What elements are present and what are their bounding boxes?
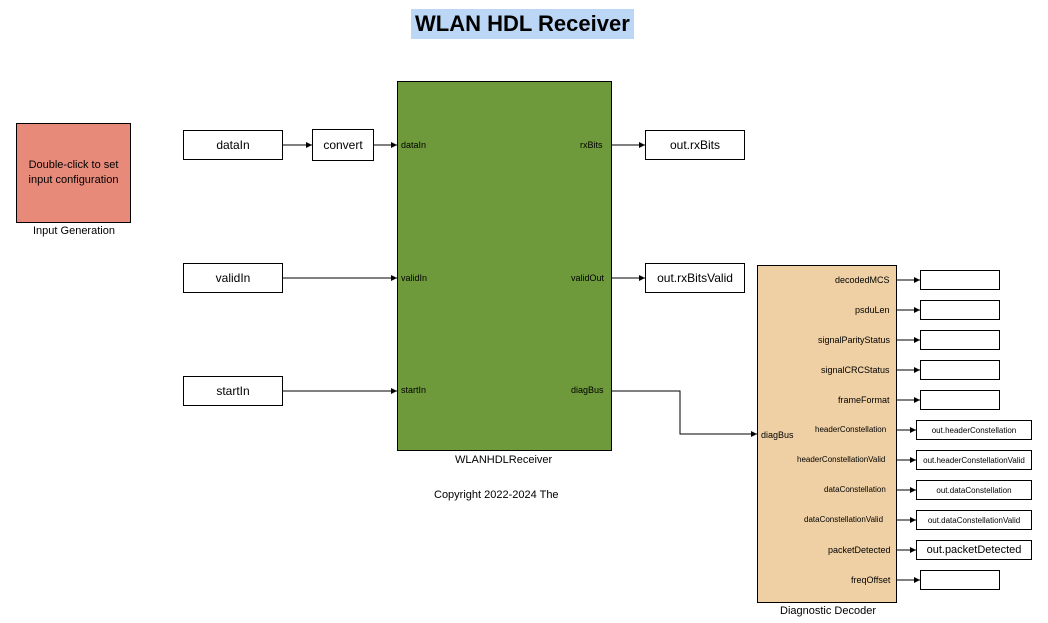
diag-port-packetDetected: packetDetected bbox=[828, 545, 891, 555]
diag-port-in-diagBus: diagBus bbox=[761, 430, 794, 440]
diag-port-signalParityStatus: signalParityStatus bbox=[818, 335, 890, 345]
goto-rxBits[interactable]: out.rxBits bbox=[645, 130, 745, 160]
from-dataIn[interactable]: dataIn bbox=[183, 130, 283, 160]
diag-port-decodedMCS: decodedMCS bbox=[835, 275, 890, 285]
diag-port-signalCRCStatus: signalCRCStatus bbox=[821, 365, 890, 375]
diag-port-dataConstellationValid: dataConstellationValid bbox=[804, 515, 883, 524]
receiver-port-dataIn: dataIn bbox=[401, 140, 426, 150]
goto-headerConstellationValid[interactable]: out.headerConstellationValid bbox=[916, 450, 1032, 470]
display-freqOffset[interactable] bbox=[920, 570, 1000, 590]
display-frameFormat[interactable] bbox=[920, 390, 1000, 410]
receiver-port-diagBus: diagBus bbox=[571, 385, 604, 395]
input-generation-block[interactable]: Double-click to set input configuration bbox=[16, 123, 131, 223]
receiver-port-startIn: startIn bbox=[401, 385, 426, 395]
receiver-port-rxBits: rxBits bbox=[580, 140, 603, 150]
from-validIn[interactable]: validIn bbox=[183, 263, 283, 293]
wlanhdlreceiver-label: WLANHDLReceiver bbox=[455, 454, 552, 466]
diag-port-headerConstellation: headerConstellation bbox=[815, 425, 886, 434]
from-startIn[interactable]: startIn bbox=[183, 376, 283, 406]
goto-dataConstellation[interactable]: out.dataConstellation bbox=[916, 480, 1032, 500]
diagram-title: WLAN HDL Receiver bbox=[411, 9, 634, 39]
receiver-port-validIn: validIn bbox=[401, 273, 427, 283]
wlanhdlreceiver-block[interactable] bbox=[397, 81, 612, 451]
goto-dataConstellationValid[interactable]: out.dataConstellationValid bbox=[916, 510, 1032, 530]
convert-block[interactable]: convert bbox=[312, 129, 374, 161]
display-decodedMCS[interactable] bbox=[920, 270, 1000, 290]
display-signalParityStatus[interactable] bbox=[920, 330, 1000, 350]
receiver-port-validOut: validOut bbox=[571, 273, 604, 283]
input-generation-label: Input Generation bbox=[33, 225, 115, 237]
diag-port-psduLen: psduLen bbox=[855, 305, 890, 315]
diag-port-frameFormat: frameFormat bbox=[838, 395, 890, 405]
display-psduLen[interactable] bbox=[920, 300, 1000, 320]
diag-port-dataConstellation: dataConstellation bbox=[824, 485, 886, 494]
goto-rxBitsValid[interactable]: out.rxBitsValid bbox=[645, 263, 745, 293]
copyright: Copyright 2022-2024 The bbox=[434, 489, 559, 501]
diag-port-headerConstellationValid: headerConstellationValid bbox=[797, 455, 885, 464]
diag-port-freqOffset: freqOffset bbox=[851, 575, 890, 585]
diagnostic-decoder-label: Diagnostic Decoder bbox=[780, 605, 876, 617]
goto-packetDetected[interactable]: out.packetDetected bbox=[916, 540, 1032, 560]
goto-headerConstellation[interactable]: out.headerConstellation bbox=[916, 420, 1032, 440]
display-signalCRCStatus[interactable] bbox=[920, 360, 1000, 380]
